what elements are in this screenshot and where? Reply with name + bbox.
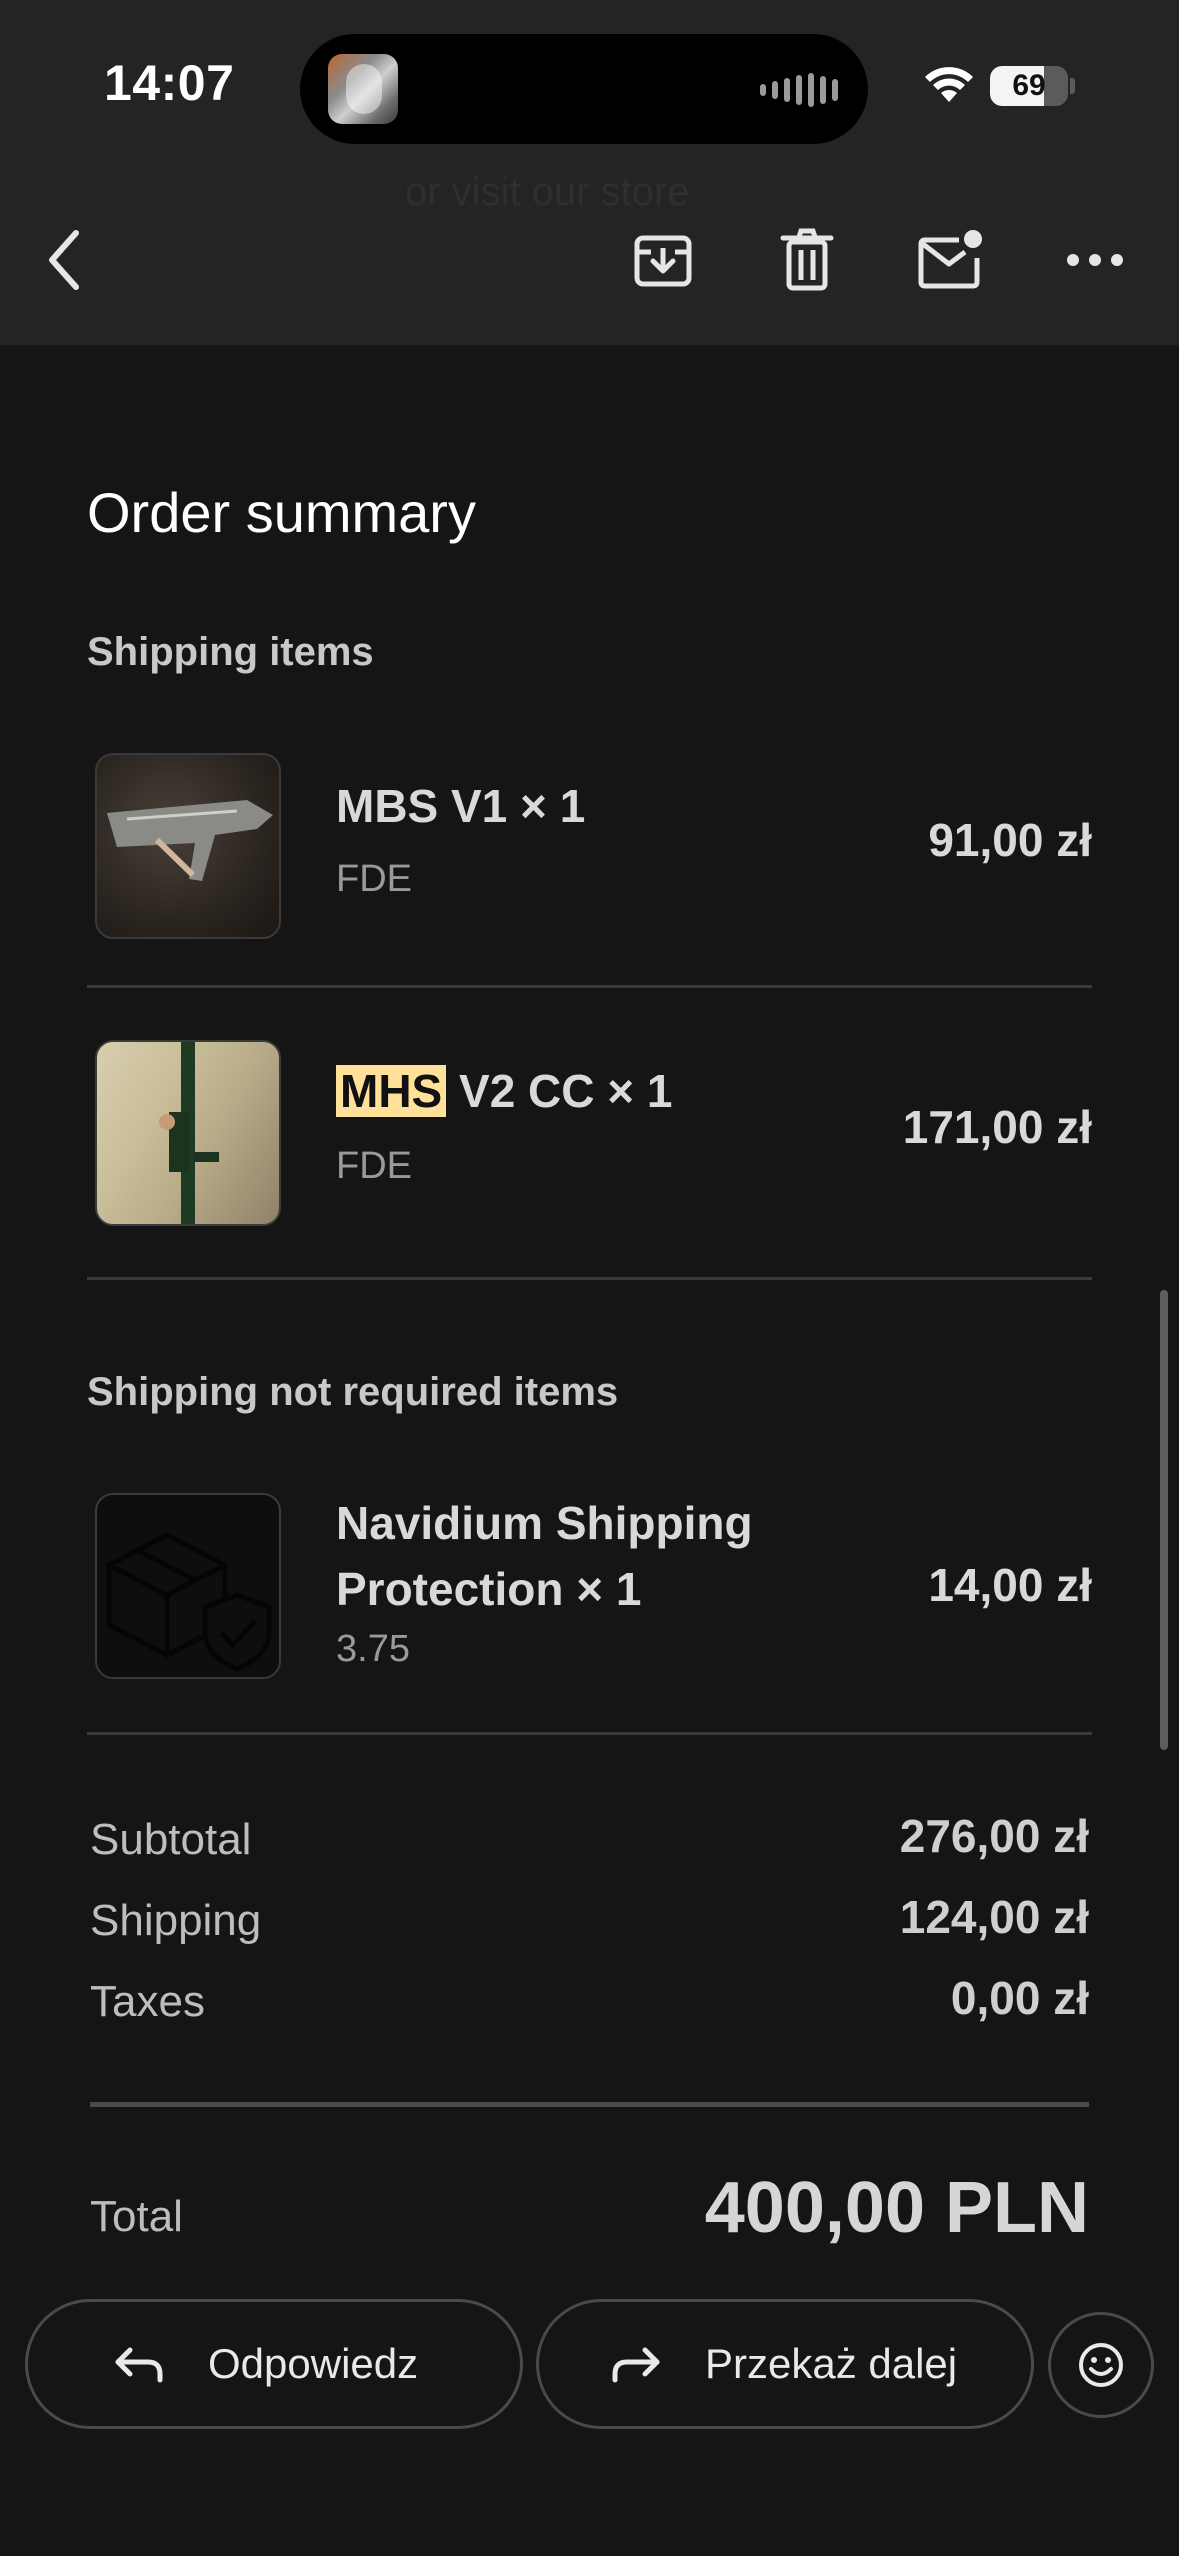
item-price: 14,00 zł xyxy=(928,1559,1092,1611)
item-variant: 3.75 xyxy=(336,1628,410,1670)
emoji-reaction-icon xyxy=(1079,2343,1123,2387)
item-name: MBS V1 × 1 xyxy=(336,780,586,832)
mark-unread-button[interactable] xyxy=(916,225,986,295)
item-price: 171,00 zł xyxy=(902,1101,1092,1153)
shipping-value: 124,00 zł xyxy=(899,1891,1089,1943)
order-item: MHS V2 CC × 1 FDE 171,00 zł xyxy=(87,1040,1092,1226)
reply-arrow-icon xyxy=(115,2347,163,2383)
battery-cap xyxy=(1070,78,1075,94)
total-label: Total xyxy=(90,2192,183,2241)
taxes-label: Taxes xyxy=(90,1977,205,2026)
more-icon xyxy=(1067,254,1123,266)
archive-icon xyxy=(634,235,692,287)
item-name-line2: Protection × 1 xyxy=(336,1563,642,1615)
order-item: MBS V1 × 1 FDE 91,00 zł xyxy=(87,753,1092,939)
dynamic-island[interactable] xyxy=(300,34,868,144)
back-button[interactable] xyxy=(30,225,100,295)
more-options-button[interactable] xyxy=(1060,225,1130,295)
item-name: MHS V2 CC × 1 xyxy=(336,1058,673,1124)
album-art-icon[interactable] xyxy=(328,54,398,124)
item-variant: FDE xyxy=(336,858,412,900)
back-chevron-icon xyxy=(49,230,79,290)
shipping-label: Shipping xyxy=(90,1896,262,1945)
scrollbar[interactable] xyxy=(1160,1290,1168,1750)
email-screen: 14:07 69 or visit our store Order summar… xyxy=(0,0,1179,2556)
divider xyxy=(87,1732,1092,1735)
battery-percent: 69 xyxy=(1012,69,1046,102)
mark-unread-icon xyxy=(918,230,982,289)
top-bar: 14:07 69 or visit our store xyxy=(0,0,1179,345)
subtotal-value: 276,00 zł xyxy=(899,1810,1089,1862)
shipping-not-required-heading: Shipping not required items xyxy=(87,1370,619,1414)
emoji-reaction-button[interactable] xyxy=(1048,2312,1154,2418)
forward-button[interactable]: Przekaż dalej xyxy=(536,2299,1034,2429)
item-variant: FDE xyxy=(336,1145,412,1187)
search-highlight: MHS xyxy=(336,1065,447,1117)
battery-icon: 69 xyxy=(990,66,1068,106)
archive-button[interactable] xyxy=(628,225,698,295)
forward-arrow-icon xyxy=(612,2347,660,2383)
reply-button[interactable]: Odpowiedz xyxy=(25,2299,523,2429)
item-name-line1: Navidium Shipping xyxy=(336,1497,753,1549)
trash-icon xyxy=(780,228,834,291)
shipping-items-heading: Shipping items xyxy=(87,630,374,674)
waveform-icon xyxy=(760,72,838,108)
item-name-rest: V2 CC × 1 xyxy=(446,1065,673,1117)
product-image-mhs xyxy=(95,1040,281,1226)
order-item: Navidium Shipping Protection × 1 3.75 14… xyxy=(87,1493,1092,1679)
wifi-icon xyxy=(925,67,973,102)
divider xyxy=(87,1277,1092,1280)
status-time: 14:07 xyxy=(104,55,235,111)
product-image-mbs xyxy=(95,753,281,939)
subtotal-label: Subtotal xyxy=(90,1815,252,1864)
total-value: 400,00 PLN xyxy=(704,2168,1089,2248)
shipping-protection-icon xyxy=(95,1493,281,1679)
order-summary-title: Order summary xyxy=(87,481,476,544)
reply-label: Odpowiedz xyxy=(208,2340,419,2387)
taxes-value: 0,00 zł xyxy=(950,1972,1089,2024)
delete-button[interactable] xyxy=(772,225,842,295)
divider xyxy=(87,985,1092,988)
forward-label: Przekaż dalej xyxy=(705,2340,958,2387)
total-divider xyxy=(90,2102,1089,2107)
item-price: 91,00 zł xyxy=(928,814,1092,866)
scrolled-content-text: or visit our store xyxy=(405,170,690,214)
